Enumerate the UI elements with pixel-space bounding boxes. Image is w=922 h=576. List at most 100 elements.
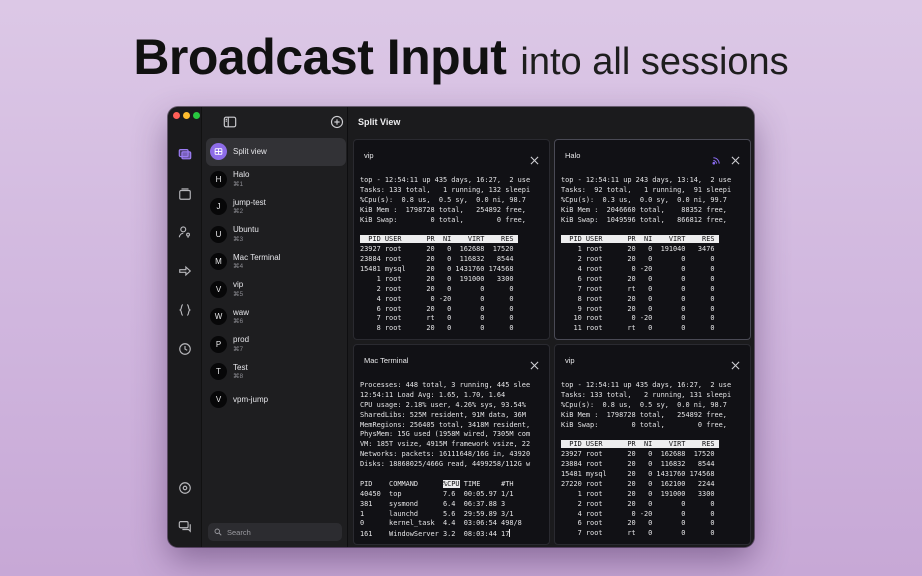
- terminal-line: KiB Mem : 2046660 total, 88352 free,: [561, 205, 727, 214]
- terminal-line: top - 12:54:11 up 435 days, 16:27, 2 use: [360, 176, 531, 184]
- terminal-line: 6 root 20 0 0 0: [561, 519, 715, 528]
- terminal-line: 23884 root 20 0 116832 8544: [360, 255, 514, 264]
- zoom-window-button[interactable]: [193, 112, 200, 119]
- session-item-mac-terminal[interactable]: M Mac Terminal ⌘4: [206, 248, 346, 276]
- terminal-line: PID COMMAND %CPU TIME #TH: [360, 479, 514, 488]
- app-window: Split view H Halo ⌘1 J jump-test ⌘2 U Ubun…: [168, 107, 754, 547]
- session-list: Split view H Halo ⌘1 J jump-test ⌘2 U Ubun…: [206, 138, 346, 413]
- session-shortcut: ⌘6: [233, 318, 244, 326]
- session-shortcut: ⌘5: [233, 290, 244, 298]
- session-shortcut: ⌘8: [233, 373, 244, 381]
- sessions-icon[interactable]: [176, 145, 194, 163]
- session-name: Halo: [233, 170, 250, 180]
- session-item-halo[interactable]: H Halo ⌘1: [206, 166, 346, 194]
- terminal-line: 8 root 20 0 0 0: [561, 294, 715, 303]
- terminal-pane-2[interactable]: Halo top - 12:54:11 up 243 days, 13:14, …: [554, 139, 751, 340]
- terminal-output[interactable]: Processes: 448 total, 3 running, 445 sle…: [360, 381, 547, 542]
- session-item-ubuntu[interactable]: U Ubuntu ⌘3: [206, 221, 346, 249]
- terminal-line: 161 WindowServer 3.2 08:03:44 17: [360, 529, 511, 539]
- terminal-line: PID USER PR NI VIRT RES: [360, 235, 518, 244]
- terminal-line: 1 root 20 0 191040 3476: [561, 245, 715, 254]
- session-shortcut: ⌘2: [233, 208, 244, 216]
- session-shortcut: ⌘1: [233, 180, 244, 188]
- terminal-line: 15481 mysql 20 0 1431760 174568: [360, 265, 514, 274]
- sidebar-toggle-icon[interactable]: [223, 115, 237, 129]
- close-icon[interactable]: [731, 357, 740, 370]
- history-icon[interactable]: [176, 340, 194, 358]
- avatar: V: [210, 390, 227, 408]
- terminal-line: PID USER PR NI VIRT RES: [561, 235, 719, 244]
- session-item-vpm-jump[interactable]: V vpm-jump: [206, 386, 346, 414]
- terminal-line: CPU usage: 2.18% user, 4.26% sys, 93.54%: [360, 400, 526, 409]
- minimize-window-button[interactable]: [183, 112, 190, 119]
- terminal-line: Processes: 448 total, 3 running, 445 sle…: [360, 381, 531, 389]
- terminal-line: Networks: packets: 16111648/16G in, 4392…: [360, 450, 531, 459]
- close-icon[interactable]: [530, 152, 539, 165]
- session-shortcut: ⌘4: [233, 263, 244, 271]
- session-name: vpm-jump: [233, 394, 269, 404]
- session-item-jump-test[interactable]: J jump-test ⌘2: [206, 193, 346, 221]
- terminal-line: 6 root 20 0 0 0: [360, 304, 514, 313]
- settings-icon[interactable]: [176, 479, 194, 497]
- port-forward-icon[interactable]: [176, 262, 194, 280]
- pane-title: Halo: [565, 150, 581, 160]
- terminal-line: 12:54:11 Load Avg: 1.65, 1.70, 1.64: [360, 390, 506, 399]
- terminal-pane-3[interactable]: Mac Terminal Processes: 448 total, 3 run…: [353, 344, 550, 545]
- session-item-prod[interactable]: P prod ⌘7: [206, 331, 346, 359]
- close-window-button[interactable]: [173, 112, 180, 119]
- close-icon[interactable]: [530, 357, 539, 370]
- terminal-line: KiB Mem : 1798728 total, 254892 free,: [360, 205, 526, 214]
- avatar: H: [210, 170, 227, 188]
- terminal-line: KiB Swap: 0 total, 0 free,: [360, 215, 526, 224]
- user-key-icon[interactable]: [176, 223, 194, 241]
- terminal-line: 4 root 0 -20 0 0: [561, 265, 715, 274]
- terminal-line: 1 root 20 0 191000 3300: [561, 489, 715, 498]
- terminal-line: 2 root 20 0 0 0: [561, 499, 715, 508]
- avatar: P: [210, 335, 227, 353]
- terminal-line: KiB Swap: 1049596 total, 866812 free,: [561, 215, 727, 224]
- terminal-output[interactable]: top - 12:54:11 up 435 days, 16:27, 2 use…: [561, 381, 748, 542]
- terminal-line: 1 launchd 5.6 29:59.89 3/1: [360, 509, 514, 518]
- terminal-line: KiB Swap: 0 total, 0 free,: [561, 420, 727, 429]
- session-item-waw[interactable]: W waw ⌘6: [206, 303, 346, 331]
- terminal-line: 23927 root 20 0 162688 17520: [561, 450, 715, 459]
- add-session-icon[interactable]: [330, 115, 344, 129]
- terminal-cursor: [509, 529, 511, 538]
- terminal-output[interactable]: top - 12:54:11 up 243 days, 13:14, 2 use…: [561, 176, 748, 337]
- session-name: prod: [233, 335, 250, 345]
- terminal-pane-4[interactable]: vip top - 12:54:11 up 435 days, 16:27, 2…: [554, 344, 751, 545]
- terminal-line: %Cpu(s): 0.8 us, 0.5 sy, 0.0 ni, 98.7: [360, 195, 526, 204]
- terminal-line: 7 root rt 0 0 0: [360, 314, 514, 323]
- snippets-icon[interactable]: [176, 301, 194, 319]
- terminal-line: %Cpu(s): 0.3 us, 0.0 sy, 0.0 ni, 99.7: [561, 195, 727, 204]
- terminal-line: 4 root 0 -20 0 0: [360, 294, 514, 303]
- folder-icon[interactable]: [176, 185, 194, 203]
- search-placeholder: Search: [227, 527, 251, 537]
- avatar: M: [210, 253, 227, 271]
- session-sidebar: Split view H Halo ⌘1 J jump-test ⌘2 U Ubun…: [202, 107, 348, 547]
- terminal-pane-1[interactable]: vip top - 12:54:11 up 435 days, 16:27, 2…: [353, 139, 550, 340]
- search-input[interactable]: Search: [208, 523, 342, 541]
- close-icon[interactable]: [731, 152, 740, 165]
- split-view-icon: [210, 143, 227, 161]
- session-item-split-view[interactable]: Split view: [206, 138, 346, 166]
- session-item-test[interactable]: T Test ⌘8: [206, 358, 346, 386]
- terminal-line: Tasks: 92 total, 1 running, 91 sleepi: [561, 185, 732, 194]
- chat-icon[interactable]: [176, 517, 194, 535]
- terminal-output[interactable]: top - 12:54:11 up 435 days, 16:27, 2 use…: [360, 176, 547, 337]
- terminal-line: 7 root rt 0 0 0: [561, 529, 715, 538]
- session-shortcut: ⌘7: [233, 345, 244, 353]
- terminal-line: MemRegions: 256405 total, 3418M resident…: [360, 420, 531, 429]
- session-name: vip: [233, 280, 244, 290]
- avatar: V: [210, 280, 227, 298]
- pane-title: vip: [364, 150, 374, 160]
- session-item-vip[interactable]: V vip ⌘5: [206, 276, 346, 304]
- session-name: Split view: [233, 147, 267, 157]
- terminal-line: 10 root 0 -20 0 0: [561, 314, 715, 323]
- broadcast-icon[interactable]: [712, 152, 721, 165]
- split-view-area: Split View vip top - 12:54:11 up 435 day…: [348, 107, 754, 547]
- pane-header: vip: [555, 345, 750, 375]
